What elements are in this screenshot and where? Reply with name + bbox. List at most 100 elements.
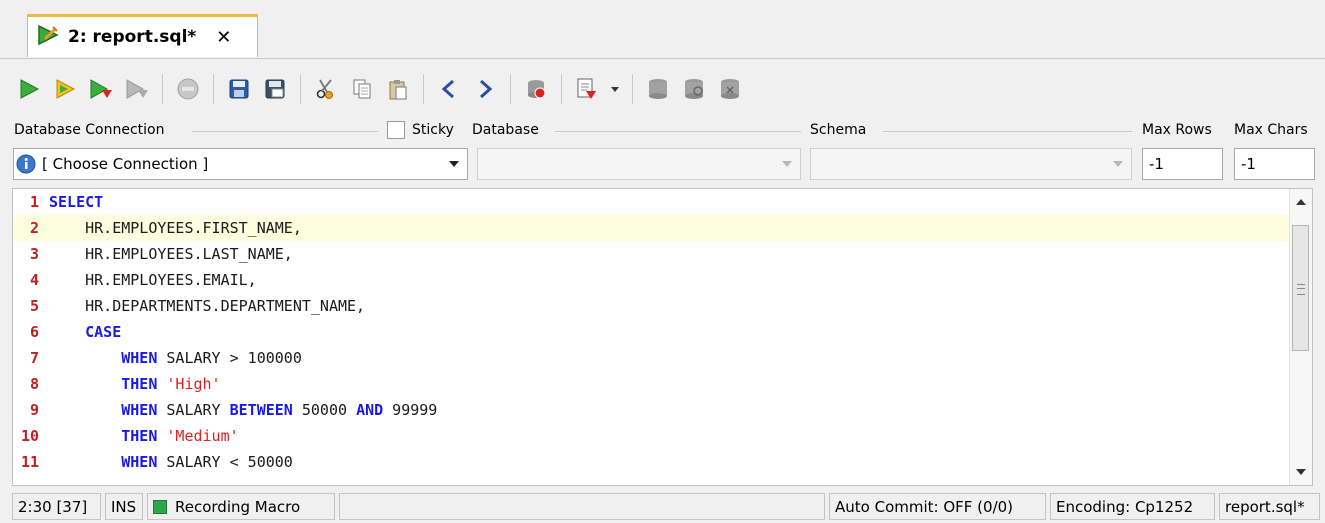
database-label: Database xyxy=(472,122,539,138)
line-number: 11 xyxy=(20,453,39,471)
explain-plan-icon[interactable] xyxy=(572,74,602,104)
code-line: 11 WHEN SALARY < 50000 xyxy=(13,449,1291,475)
chevron-down-icon[interactable] xyxy=(608,74,622,104)
paste-icon[interactable] xyxy=(383,74,413,104)
sql-text: HR.EMPLOYEES.EMAIL, xyxy=(49,271,257,289)
toolbar-separator xyxy=(162,74,163,104)
chevron-down-icon xyxy=(449,161,459,167)
sql-keyword: BETWEEN xyxy=(229,401,293,419)
database-disconnect-icon[interactable] xyxy=(715,74,745,104)
sql-keyword: WHEN xyxy=(121,453,158,471)
line-number: 1 xyxy=(29,193,39,211)
execute-icon[interactable] xyxy=(14,74,44,104)
sql-text: HR.EMPLOYEES.FIRST_NAME, xyxy=(49,219,302,237)
sql-file-icon xyxy=(36,23,60,51)
grip-icon xyxy=(1297,284,1305,295)
sticky-checkbox[interactable] xyxy=(387,121,405,139)
code-text: WHEN SALARY < 50000 xyxy=(49,449,293,475)
sticky-label: Sticky xyxy=(412,122,454,138)
line-number: 4 xyxy=(29,271,39,289)
save-as-icon[interactable] xyxy=(260,74,290,104)
execute-disabled-icon[interactable] xyxy=(122,74,152,104)
sql-text: 50000 xyxy=(292,401,357,419)
line-number: 9 xyxy=(29,401,39,419)
connection-controls: [ Choose Connection ] -1 -1 xyxy=(0,146,1325,182)
scroll-down-icon[interactable] xyxy=(1296,469,1306,475)
sql-editor[interactable]: 1 SELECT 2 HR.EMPLOYEES.FIRST_NAME, 3 HR.EM… xyxy=(12,188,1313,486)
scroll-up-icon[interactable] xyxy=(1296,199,1306,205)
macro-label: Recording Macro xyxy=(175,497,301,516)
file-name-status: report.sql* xyxy=(1219,493,1320,520)
toolbar-separator xyxy=(632,74,633,104)
macro-status: Recording Macro xyxy=(147,493,335,520)
cut-icon[interactable] xyxy=(311,74,341,104)
database-refresh-icon[interactable] xyxy=(679,74,709,104)
code-line: 8 THEN 'High' xyxy=(13,371,1291,397)
tab-report-sql[interactable]: 2: report.sql* ✕ xyxy=(27,14,258,57)
code-line: 3 HR.EMPLOYEES.LAST_NAME, xyxy=(13,241,1291,267)
code-line: 7 WHEN SALARY > 100000 xyxy=(13,345,1291,371)
sql-text: 99999 xyxy=(383,401,438,419)
code-line: 2 HR.EMPLOYEES.FIRST_NAME, xyxy=(13,215,1291,241)
auto-commit-status: Auto Commit: OFF (0/0) xyxy=(829,493,1046,520)
save-icon[interactable] xyxy=(224,74,254,104)
code-text: HR.DEPARTMENTS.DEPARTMENT_NAME, xyxy=(49,293,365,319)
vertical-scrollbar[interactable] xyxy=(1289,189,1312,485)
sql-text: SALARY xyxy=(157,401,230,419)
code-text: HR.EMPLOYEES.EMAIL, xyxy=(49,267,257,293)
toolbar xyxy=(0,60,1325,118)
connection-labels: Database Connection Sticky Database Sche… xyxy=(0,118,1325,144)
stop-icon[interactable] xyxy=(173,74,203,104)
line-number: 5 xyxy=(29,297,39,315)
line-number: 3 xyxy=(29,245,39,263)
line-number: 6 xyxy=(29,323,39,341)
line-number: 8 xyxy=(29,375,39,393)
max-rows-label: Max Rows xyxy=(1142,122,1212,138)
toolbar-separator xyxy=(561,74,562,104)
sql-keyword: THEN xyxy=(121,375,158,393)
status-message xyxy=(339,493,825,520)
divider xyxy=(555,131,801,132)
divider xyxy=(192,131,378,132)
sql-string: 'High' xyxy=(166,375,221,393)
status-bar: 2:30 [37] INS Recording Macro Auto Commi… xyxy=(0,490,1325,523)
copy-icon[interactable] xyxy=(347,74,377,104)
code-text: THEN 'Medium' xyxy=(49,423,238,449)
chevron-down-icon xyxy=(1113,161,1123,167)
database-select[interactable] xyxy=(477,148,801,180)
line-number: 10 xyxy=(20,427,39,445)
code-line: 1 SELECT xyxy=(13,189,1291,215)
sql-keyword: WHEN xyxy=(121,349,158,367)
sql-text: SALARY < 50000 xyxy=(157,453,293,471)
execute-current-icon[interactable] xyxy=(50,74,80,104)
code-line: 6 CASE xyxy=(13,319,1291,345)
code-line: 10 THEN 'Medium' xyxy=(13,423,1291,449)
scroll-thumb[interactable] xyxy=(1292,225,1309,351)
execute-script-icon[interactable] xyxy=(86,74,116,104)
toolbar-separator xyxy=(510,74,511,104)
recording-indicator-icon xyxy=(153,499,167,514)
toolbar-separator xyxy=(213,74,214,104)
code-line: 4 HR.EMPLOYEES.EMAIL, xyxy=(13,267,1291,293)
sql-keyword: THEN xyxy=(121,427,158,445)
database-connection-select[interactable]: [ Choose Connection ] xyxy=(13,148,468,180)
code-line: 5 HR.DEPARTMENTS.DEPARTMENT_NAME, xyxy=(13,293,1291,319)
insert-mode: INS xyxy=(105,493,143,520)
sql-keyword: CASE xyxy=(85,323,122,341)
cursor-position: 2:30 [37] xyxy=(12,493,101,520)
code-text: THEN 'High' xyxy=(49,371,221,397)
next-icon[interactable] xyxy=(470,74,500,104)
max-chars-input[interactable]: -1 xyxy=(1234,148,1315,180)
toolbar-separator xyxy=(300,74,301,104)
sql-text: SALARY > 100000 xyxy=(157,349,302,367)
close-icon[interactable]: ✕ xyxy=(216,27,231,48)
max-rows-input[interactable]: -1 xyxy=(1142,148,1223,180)
schema-select[interactable] xyxy=(810,148,1132,180)
code-text: SELECT xyxy=(49,189,103,215)
database-icon[interactable] xyxy=(643,74,673,104)
commit-icon[interactable] xyxy=(521,74,551,104)
previous-icon[interactable] xyxy=(434,74,464,104)
